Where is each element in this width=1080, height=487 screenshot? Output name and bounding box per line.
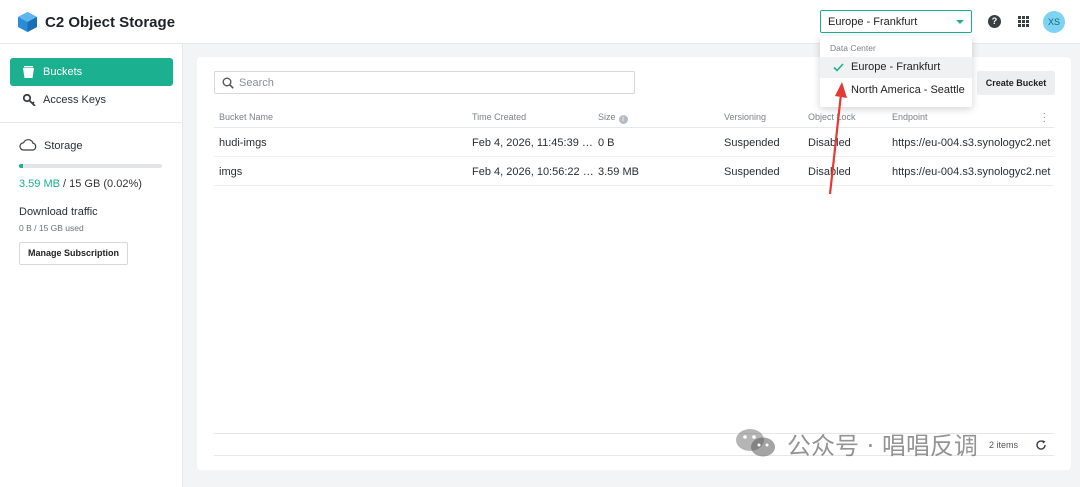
storage-progress-bar xyxy=(19,164,162,168)
search-icon xyxy=(222,77,234,89)
dropdown-option-label: Europe - Frankfurt xyxy=(851,61,941,73)
c2-logo-icon xyxy=(18,12,37,32)
cell-time-created: Feb 4, 2026, 11:45:39 … xyxy=(472,137,593,149)
download-traffic-label: Download traffic xyxy=(19,206,98,218)
dropdown-group-header: Data Center xyxy=(830,43,876,53)
check-icon xyxy=(833,63,844,72)
column-header-endpoint[interactable]: Endpoint xyxy=(892,112,928,122)
app-title: C2 Object Storage xyxy=(45,14,176,31)
cell-bucket-name: imgs xyxy=(219,166,243,178)
refresh-icon[interactable] xyxy=(1035,439,1047,451)
column-header-size-label: Size xyxy=(598,112,616,122)
search-input[interactable] xyxy=(239,75,619,91)
column-header-size[interactable]: Size i xyxy=(598,112,628,124)
column-options-icon[interactable]: · · · xyxy=(1043,109,1046,127)
dropdown-option-label: North America - Seattle xyxy=(851,84,965,96)
column-header-bucket-name[interactable]: Bucket Name xyxy=(219,112,273,122)
column-header-versioning[interactable]: Versioning xyxy=(724,112,766,122)
storage-usage-text: 3.59 MB / 15 GB (0.02%) xyxy=(19,178,142,190)
buckets-panel: Create Bucket Bucket Name Time Created S… xyxy=(197,57,1071,470)
datacenter-select[interactable]: Europe - Frankfurt xyxy=(820,10,972,33)
cell-endpoint: https://eu-004.s3.synologyc2.net xyxy=(892,166,1051,178)
bucket-icon xyxy=(23,66,34,78)
cell-endpoint: https://eu-004.s3.synologyc2.net xyxy=(892,137,1051,149)
sidebar-item-access-keys[interactable]: Access Keys xyxy=(10,86,173,114)
help-icon[interactable]: ? xyxy=(988,15,1001,28)
cell-versioning: Suspended xyxy=(724,137,780,149)
cell-bucket-name: hudi-imgs xyxy=(219,137,267,149)
table-row[interactable]: imgs Feb 4, 2026, 10:56:22 … 3.59 MB Sus… xyxy=(214,157,1054,186)
user-avatar[interactable]: XS xyxy=(1043,11,1065,33)
info-icon: i xyxy=(618,115,628,124)
cloud-icon xyxy=(19,139,37,151)
sidebar-item-buckets[interactable]: Buckets xyxy=(10,58,173,86)
apps-grid-icon[interactable] xyxy=(1018,16,1029,27)
sidebar: Buckets Access Keys Storage 3.59 MB / 15… xyxy=(0,44,183,487)
cell-size: 0 B xyxy=(598,137,615,149)
download-traffic-used: 0 B / 15 GB used xyxy=(19,223,84,233)
storage-total-value: / 15 GB (0.02%) xyxy=(59,178,142,190)
sidebar-divider xyxy=(0,122,183,123)
create-bucket-button[interactable]: Create Bucket xyxy=(977,71,1055,95)
sidebar-item-label: Access Keys xyxy=(43,94,106,106)
storage-label: Storage xyxy=(44,140,83,152)
watermark-text: 公众号 · 唱唱反调 xyxy=(787,432,978,460)
storage-progress-fill xyxy=(19,164,24,168)
sidebar-item-label: Buckets xyxy=(43,66,83,78)
column-header-time-created[interactable]: Time Created xyxy=(472,112,526,122)
cell-time-created: Feb 4, 2026, 10:56:22 … xyxy=(472,166,594,178)
cell-versioning: Suspended xyxy=(724,166,780,178)
table-row[interactable]: hudi-imgs Feb 4, 2026, 11:45:39 … 0 B Su… xyxy=(214,128,1054,157)
annotation-arrow-icon xyxy=(828,82,847,195)
cell-size: 3.59 MB xyxy=(598,166,639,178)
key-icon xyxy=(23,94,36,106)
search-box[interactable] xyxy=(214,71,635,94)
buckets-table: Bucket Name Time Created Size i Versionin… xyxy=(214,104,1054,186)
storage-used-value: 3.59 MB xyxy=(19,178,60,190)
manage-subscription-button[interactable]: Manage Subscription xyxy=(19,242,128,265)
items-count: 2 items xyxy=(989,440,1019,450)
datacenter-select-value: Europe - Frankfurt xyxy=(828,16,918,28)
wechat-logo-icon xyxy=(736,429,775,457)
table-header: Bucket Name Time Created Size i Versionin… xyxy=(214,104,1054,128)
dropdown-option-europe-frankfurt[interactable]: Europe - Frankfurt xyxy=(820,57,972,78)
caret-down-icon xyxy=(956,20,964,24)
